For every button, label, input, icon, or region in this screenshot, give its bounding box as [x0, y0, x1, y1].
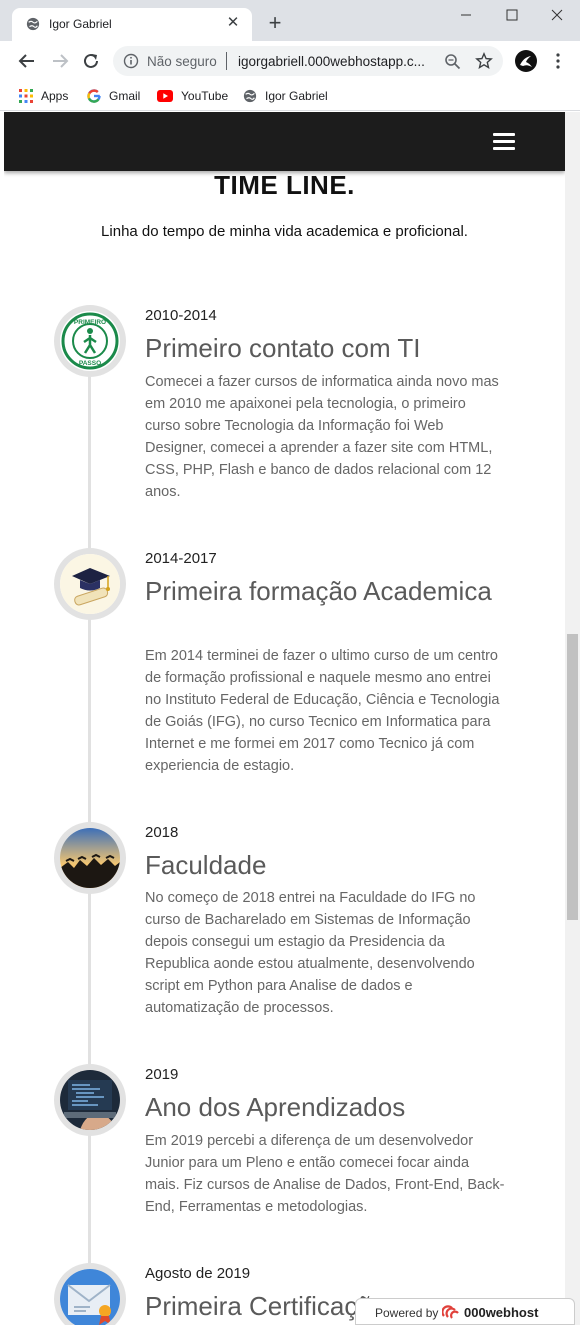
entry-date: 2018 [145, 824, 179, 841]
timeline-icon [54, 1064, 126, 1136]
timeline-title: TIME LINE. [214, 170, 355, 200]
reload-icon[interactable] [80, 50, 102, 72]
timeline-icon [54, 548, 126, 620]
primeiro-passo-logo-icon: PRIMEIRO PASSO [61, 312, 119, 370]
entry-heading: Primeira formação Academica [145, 576, 492, 606]
profile-bird-icon [520, 56, 532, 67]
tab-title: Igor Gabriel [49, 17, 112, 31]
logo-text-top: PRIMEIRO [74, 319, 106, 326]
security-label[interactable]: Não seguro [147, 54, 217, 69]
url-text[interactable]: igorgabriell.000webhostapp.c... [238, 54, 425, 69]
back-arrow-icon[interactable] [16, 50, 38, 72]
logo-text-bottom: PASSO [79, 360, 101, 367]
bookmark-igor-gabriel[interactable]: Igor Gabriel [243, 86, 328, 106]
site-navbar [4, 112, 565, 171]
entry-heading: Primeiro contato com TI [145, 333, 421, 363]
certificate-envelope-icon [60, 1269, 120, 1325]
address-bar[interactable]: Não seguro igorgabriell.000webhostapp.c.… [113, 46, 503, 76]
forward-arrow-icon[interactable] [49, 50, 71, 72]
profile-avatar[interactable] [515, 50, 537, 72]
timeline-icon: PRIMEIRO PASSO [54, 305, 126, 377]
entry-text: No começo de 2018 entrei na Faculdade do… [145, 890, 476, 1016]
close-window-icon[interactable] [545, 4, 569, 26]
bookmark-apps[interactable]: Apps [19, 86, 68, 106]
entry-heading: Ano dos Aprendizados [145, 1092, 406, 1122]
tab-strip: Igor Gabriel ✕ + [0, 0, 580, 41]
bookmark-star-icon[interactable] [475, 52, 493, 70]
entry-date: 2014-2017 [145, 550, 217, 567]
hamburger-menu-icon[interactable] [493, 133, 515, 151]
google-icon [87, 89, 101, 103]
000webhost-brand: 000webhost [464, 1305, 539, 1320]
bookmark-youtube[interactable]: YouTube [157, 86, 228, 106]
bookmark-label: Gmail [109, 89, 141, 103]
globe-icon [26, 17, 40, 31]
entry-date: Agosto de 2019 [145, 1265, 251, 1282]
browser-tab[interactable]: Igor Gabriel ✕ [12, 8, 252, 41]
entry-date: 2010-2014 [145, 307, 217, 324]
page-scrollbar[interactable] [565, 112, 580, 1325]
info-icon[interactable] [123, 53, 139, 69]
bookmark-label: YouTube [181, 89, 229, 103]
timeline-icon [54, 1263, 126, 1325]
close-tab-icon[interactable]: ✕ [224, 14, 242, 32]
bookmark-label: Apps [41, 89, 69, 103]
powered-by-badge[interactable]: Powered by 000webhost [355, 1298, 575, 1325]
entry-text: Em 2014 terminei de fazer o ultimo curso… [145, 648, 500, 774]
browser-toolbar: Não seguro igorgabriell.000webhostapp.c.… [0, 41, 580, 81]
entry-text: Comecei a fazer cursos de informatica ai… [145, 374, 499, 500]
new-tab-button[interactable]: + [264, 12, 286, 34]
bookmark-gmail[interactable]: Gmail [87, 86, 140, 106]
entry-heading: Faculdade [145, 850, 267, 880]
entry-date: 2019 [145, 1066, 179, 1083]
apps-grid-icon [19, 89, 33, 103]
web-page: TIME LINE. Linha do tempo de minha vida … [4, 112, 565, 1325]
000webhost-logo-icon [442, 1305, 459, 1319]
youtube-icon [157, 90, 173, 102]
timeline-subtitle: Linha do tempo de minha vida academica e… [101, 223, 468, 240]
powered-by-label: Powered by [375, 1306, 439, 1320]
timeline-icon [54, 822, 126, 894]
zoom-icon[interactable] [444, 53, 461, 70]
scrollbar-thumb[interactable] [567, 634, 578, 920]
maximize-icon[interactable] [500, 4, 524, 26]
globe-icon [243, 89, 257, 103]
more-menu-icon[interactable] [550, 51, 566, 71]
minimize-icon[interactable] [454, 4, 478, 26]
bookmarks-bar: Apps Gmail YouTube Igor Gabriel [0, 81, 580, 111]
url-divider [226, 52, 227, 70]
coding-laptop-photo-icon [60, 1070, 120, 1130]
entry-text: Em 2019 percebi a diferença de um desenv… [145, 1133, 505, 1215]
bookmark-label: Igor Gabriel [265, 89, 328, 103]
graduation-cap-diploma-icon [60, 554, 120, 614]
graduates-photo-icon [60, 828, 120, 888]
